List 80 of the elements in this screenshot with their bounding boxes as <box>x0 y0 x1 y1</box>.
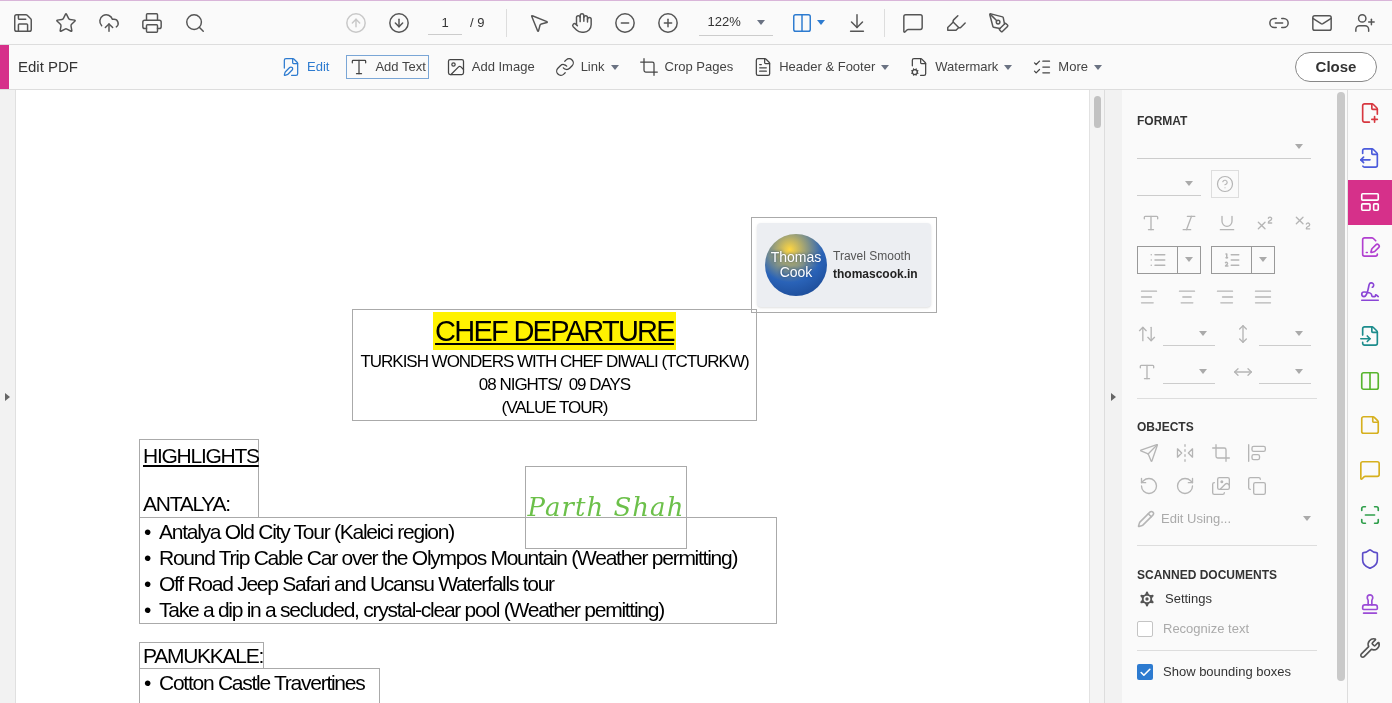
page-total: / 9 <box>470 13 485 32</box>
expand-arrow-icon <box>5 392 10 401</box>
panel-heading: SCANNED DOCUMENTS <box>1137 567 1278 584</box>
caret-icon <box>817 20 826 25</box>
section-heading: HIGHLIGHTS <box>143 443 258 469</box>
caret-icon <box>1004 64 1013 70</box>
list-item: Antalya Old City Tour (Kaleici region) <box>159 519 454 545</box>
rotate-right-icon[interactable] <box>1175 475 1195 496</box>
align-icon[interactable] <box>1247 442 1267 463</box>
edit-pdf-title: Edit PDF <box>18 56 79 77</box>
caret-icon <box>1199 330 1207 336</box>
replace-image-icon[interactable] <box>1211 475 1231 496</box>
tool-button[interactable]: Watermark <box>906 55 1016 79</box>
caret-icon <box>1303 516 1311 521</box>
place-heading: ANTALYA: <box>143 491 231 517</box>
bullet: • <box>144 545 153 571</box>
layout-icon <box>1359 191 1381 214</box>
pencil-icon <box>1137 509 1155 528</box>
zoom-field[interactable]: 122% <box>699 9 774 36</box>
tool-button[interactable]: Link <box>551 55 622 79</box>
bullet-list-button[interactable] <box>1137 245 1201 274</box>
list-item: Cotton Castle Travertines <box>159 670 365 696</box>
numbered-list-button[interactable] <box>1211 245 1275 274</box>
checkbox[interactable] <box>1137 664 1153 680</box>
numbered-list-icon <box>1222 250 1241 269</box>
scrollbar[interactable] <box>1089 90 1104 703</box>
tool-button[interactable]: Add Image <box>442 55 538 79</box>
list-item: Take a dip in a secluded, crystal-clear pool (Weather pemitting) <box>159 597 664 623</box>
flip-horizontal-icon[interactable] <box>1175 442 1195 463</box>
image-icon <box>445 57 466 77</box>
subtitle-line: 08 NIGHTS/ 09 DAYS <box>478 374 631 396</box>
bullet: • <box>144 670 153 696</box>
crop-icon <box>638 57 659 77</box>
link-icon <box>554 57 575 77</box>
subtitle-line: (VALUE TOUR) <box>501 397 608 419</box>
right-panel-toggle[interactable] <box>1104 90 1122 703</box>
caret-icon <box>1295 369 1303 374</box>
tool-button[interactable]: Add Text <box>346 55 429 79</box>
settings-icon <box>1137 589 1157 609</box>
caret-icon <box>1259 257 1267 262</box>
place-heading: PAMUKKALE: <box>143 644 264 667</box>
panel-heading: FORMAT <box>1137 113 1189 130</box>
panel-heading: OBJECTS <box>1137 419 1195 436</box>
caret-icon <box>1093 64 1102 70</box>
list-item: Round Trip Cable Car over the Olympos Mountain (Weather permitting) <box>159 545 738 571</box>
fit-page-button[interactable] <box>791 11 826 34</box>
tool-button[interactable]: Crop Pages <box>635 55 737 79</box>
tool-button[interactable]: Header & Footer <box>750 55 893 79</box>
tool-button[interactable]: Edit <box>278 55 333 79</box>
caret-icon <box>881 64 890 70</box>
caret-icon <box>1185 181 1193 186</box>
bullet: • <box>144 571 153 597</box>
help-icon[interactable] <box>1216 175 1234 193</box>
caret-icon <box>1199 369 1207 374</box>
tool-button[interactable]: More <box>1029 55 1105 79</box>
bullet: • <box>144 519 153 545</box>
signature: Parth Shah <box>527 491 685 524</box>
checkbox-label: Recognize text <box>1163 620 1249 639</box>
list-item: Off Road Jeep Safari and Ucansu Waterfalls tour <box>159 571 554 597</box>
checkbox-label: Show bounding boxes <box>1163 663 1291 682</box>
rotate-left-icon[interactable] <box>1139 475 1159 496</box>
brand-name: Cook <box>779 265 813 280</box>
caret-icon <box>1185 257 1193 262</box>
close-button[interactable]: Close <box>1295 52 1377 82</box>
edit-document-icon <box>281 57 301 77</box>
caret-icon <box>610 64 619 70</box>
accent-bar <box>0 45 9 89</box>
expand-arrow-icon <box>1111 392 1116 401</box>
caret-icon <box>1295 144 1303 149</box>
crop-icon[interactable] <box>1211 442 1231 463</box>
logo-website: thomascook.in <box>833 266 918 283</box>
page-number-field[interactable]: 1 <box>428 10 462 35</box>
settings-button[interactable]: Settings <box>1137 584 1330 614</box>
bullet: • <box>144 597 153 623</box>
logo-tagline: Travel Smooth <box>833 248 912 265</box>
subtitle-line: TURKISH WONDERS WITH CHEF DIWALI (TCTURKW) <box>360 351 749 373</box>
left-panel-toggle[interactable] <box>0 90 16 703</box>
caret-icon <box>1295 330 1303 336</box>
caret-icon <box>757 19 766 25</box>
document-heading: CHEF DEPARTURE <box>433 312 676 350</box>
